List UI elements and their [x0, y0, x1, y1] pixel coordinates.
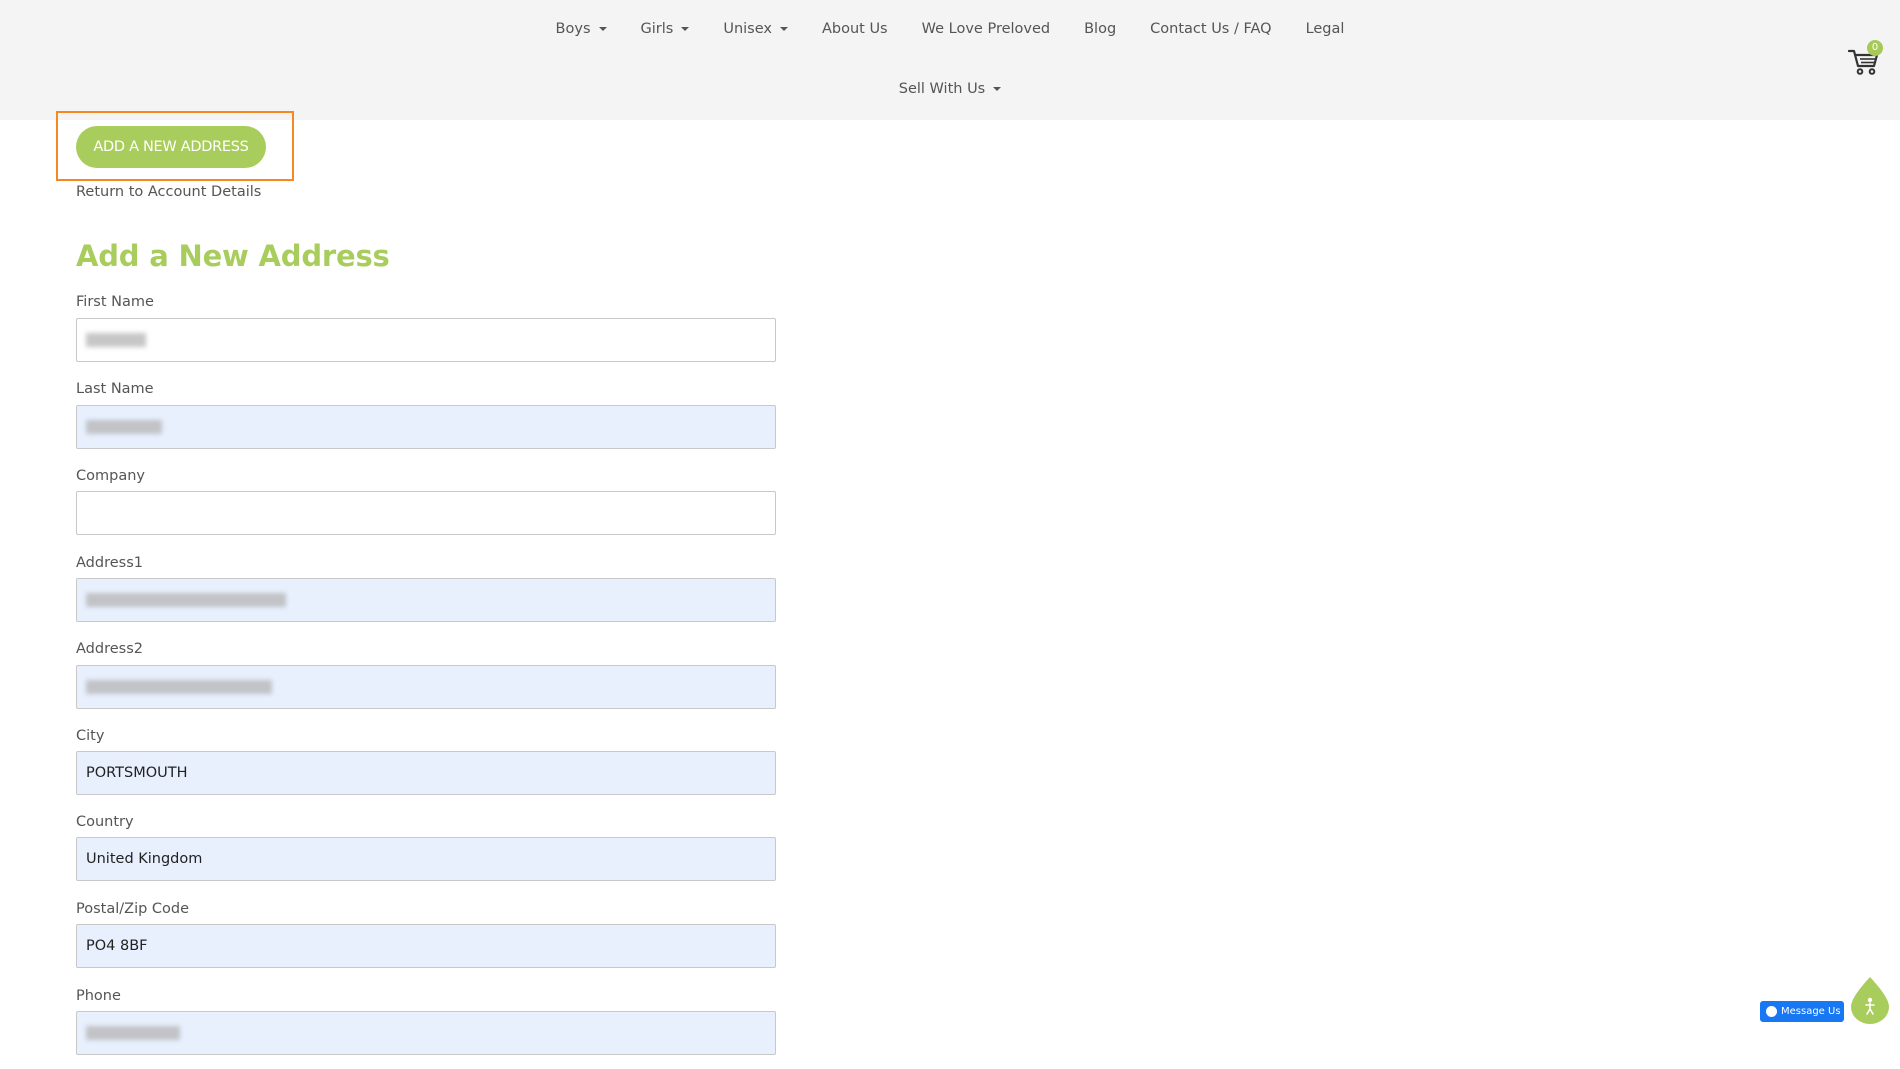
country-field[interactable] [76, 837, 776, 881]
add-new-address-button[interactable]: ADD A NEW ADDRESS [76, 126, 266, 168]
nav-label: We Love Preloved [921, 21, 1051, 37]
nav-label: Unisex [723, 21, 772, 37]
messenger-label: Message Us [1781, 1006, 1841, 1017]
address1-label: Address1 [76, 555, 143, 571]
nav-item-we-love-preloved[interactable]: We Love Preloved [922, 21, 1050, 37]
messenger-icon [1766, 1006, 1777, 1017]
nav-label: Girls [640, 21, 674, 37]
accessibility-icon[interactable] [1850, 976, 1890, 1024]
nav-label: About Us [821, 21, 888, 37]
caret-down-icon [598, 27, 607, 31]
nav-item-sell-with-us[interactable]: Sell With Us [899, 81, 1002, 97]
nav-item-contact-faq[interactable]: Contact Us / FAQ [1150, 21, 1271, 37]
city-field[interactable] [76, 751, 776, 795]
address1-field[interactable] [76, 578, 776, 622]
nav-item-legal[interactable]: Legal [1306, 21, 1345, 37]
return-to-account-link[interactable]: Return to Account Details [76, 184, 261, 200]
city-label: City [76, 728, 105, 744]
cart-count-badge: 0 [1867, 40, 1883, 56]
company-field[interactable] [76, 491, 776, 535]
phone-label: Phone [76, 988, 121, 1004]
address2-label: Address2 [76, 641, 143, 657]
last-name-field[interactable] [76, 405, 776, 449]
nav-label: Contact Us / FAQ [1150, 21, 1272, 37]
nav-item-about-us[interactable]: About Us [822, 21, 888, 37]
nav-item-unisex[interactable]: Unisex [723, 21, 788, 37]
site-header: Boys Girls Unisex About Us We Love Prelo… [0, 0, 1900, 120]
messenger-chat-button[interactable]: Message Us [1760, 1001, 1844, 1022]
first-name-label: First Name [76, 294, 154, 310]
nav-label: Blog [1084, 21, 1117, 37]
country-label: Country [76, 814, 134, 830]
nav-label: Legal [1305, 21, 1345, 37]
last-name-label: Last Name [76, 381, 154, 397]
address2-field[interactable] [76, 665, 776, 709]
nav-item-boys[interactable]: Boys [556, 21, 607, 37]
page-title: Add a New Address [76, 239, 390, 273]
nav-label: Boys [555, 21, 591, 37]
nav-item-girls[interactable]: Girls [641, 21, 690, 37]
caret-down-icon [681, 27, 690, 31]
company-label: Company [76, 468, 145, 484]
postal-code-field[interactable] [76, 924, 776, 968]
caret-down-icon [779, 27, 788, 31]
nav-label: Sell With Us [898, 81, 986, 97]
nav-item-blog[interactable]: Blog [1084, 21, 1116, 37]
first-name-field[interactable] [76, 318, 776, 362]
postal-code-label: Postal/Zip Code [76, 901, 190, 917]
phone-field[interactable] [76, 1011, 776, 1055]
main-nav: Boys Girls Unisex About Us We Love Prelo… [0, 21, 1900, 37]
secondary-nav: Sell With Us [0, 81, 1900, 97]
caret-down-icon [993, 87, 1002, 91]
